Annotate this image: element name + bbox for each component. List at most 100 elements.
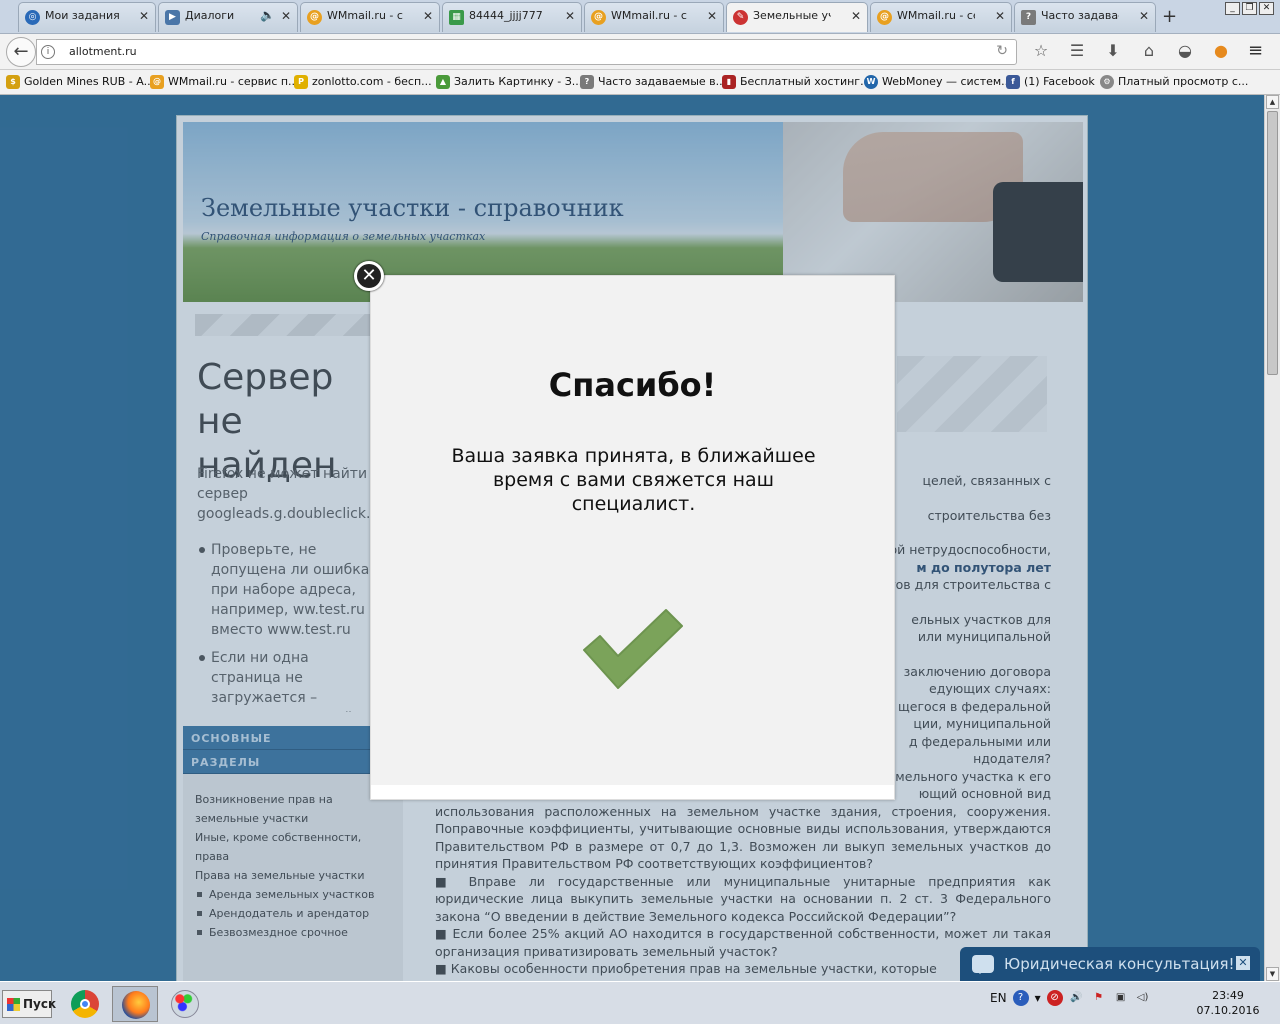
taskbar-chrome[interactable] bbox=[62, 986, 108, 1022]
start-button[interactable]: Пуск bbox=[2, 990, 56, 1018]
close-tab-icon[interactable]: ✕ bbox=[1139, 9, 1149, 23]
bookmark-star-icon[interactable]: ☆ bbox=[1030, 40, 1052, 62]
system-tray: EN ? ▾ ⊘ 🔊 ⚑ ▣ ◁) bbox=[990, 990, 1151, 1006]
tab-8[interactable]: ? Часто задавае... ✕ bbox=[1014, 2, 1156, 32]
network-icon[interactable]: ▣ bbox=[1113, 990, 1129, 1006]
modal-message: Ваша заявка принята, в ближайшее время с… bbox=[451, 445, 816, 515]
legal-consult-chat-widget[interactable]: Юридическая консультация! ✕ bbox=[960, 947, 1260, 981]
minimize-icon[interactable]: _ bbox=[1225, 2, 1240, 15]
bookmark-item[interactable]: Pzonlotto.com - бесп... bbox=[292, 75, 432, 89]
windows-logo-icon bbox=[7, 998, 20, 1011]
tab-7[interactable]: @ WMmail.ru - се... ✕ bbox=[870, 2, 1012, 32]
bookmark-favicon: P bbox=[294, 75, 308, 89]
tab-3[interactable]: @ WMmail.ru - се... ✕ bbox=[300, 2, 440, 32]
tab-1[interactable]: ◎ Мои задания п... ✕ bbox=[18, 2, 156, 32]
tab-label: Мои задания п... bbox=[45, 9, 119, 22]
help-icon[interactable]: ? bbox=[1012, 990, 1029, 1006]
bookmark-item[interactable]: f (1) Facebook bbox=[1004, 75, 1095, 89]
bookmark-favicon: W bbox=[864, 75, 878, 89]
speaker-icon[interactable]: 🔈 bbox=[260, 8, 275, 22]
close-tab-icon[interactable]: ✕ bbox=[565, 9, 575, 23]
address-bar[interactable]: i allotment.ru ↻ bbox=[36, 39, 1017, 65]
tab-favicon: @ bbox=[307, 10, 322, 25]
site-info-icon[interactable]: i bbox=[41, 45, 55, 59]
bookmark-label: Бесплатный хостинг... bbox=[740, 75, 871, 88]
restore-icon[interactable]: ❐ bbox=[1242, 2, 1257, 15]
scroll-down-icon[interactable]: ▼ bbox=[1266, 967, 1279, 981]
bookmark-item[interactable]: ? Часто задаваемые в... bbox=[578, 75, 727, 89]
tab-label: Земельные уч... bbox=[753, 9, 831, 22]
antivirus-icon[interactable]: ⊘ bbox=[1046, 990, 1063, 1006]
close-tab-icon[interactable]: ✕ bbox=[707, 9, 717, 23]
speaker-icon[interactable]: ◁) bbox=[1135, 990, 1151, 1006]
pocket-icon[interactable]: ◒ bbox=[1174, 40, 1196, 62]
chat-close-icon[interactable]: ✕ bbox=[1236, 956, 1250, 970]
scroll-thumb[interactable] bbox=[1267, 111, 1278, 375]
start-label: Пуск bbox=[23, 997, 57, 1011]
chat-label: Юридическая консультация! bbox=[1004, 955, 1235, 973]
scroll-up-icon[interactable]: ▲ bbox=[1266, 95, 1279, 109]
taskbar-firefox[interactable] bbox=[112, 986, 158, 1022]
bookmark-favicon: @ bbox=[150, 75, 164, 89]
url-text: allotment.ru bbox=[69, 45, 137, 58]
tab-favicon: ◎ bbox=[25, 10, 40, 25]
modal-title: Спасибо! bbox=[548, 366, 717, 404]
back-button[interactable]: ← bbox=[6, 37, 36, 67]
system-clock[interactable]: 23:49 07.10.2016 bbox=[1188, 988, 1268, 1018]
bookmark-label: Платный просмотр с... bbox=[1118, 75, 1249, 88]
bookmark-item[interactable]: ▲ Залить Картинку - З... bbox=[434, 75, 582, 89]
checkmark-icon bbox=[583, 609, 683, 689]
tab-2[interactable]: ▶ Диалоги 🔈 ✕ bbox=[158, 2, 298, 32]
bookmark-label: (1) Facebook bbox=[1024, 75, 1095, 88]
tab-5[interactable]: @ WMmail.ru - се... ✕ bbox=[584, 2, 724, 32]
bookmark-favicon: ⚙ bbox=[1100, 75, 1114, 89]
bookmarks-bar: $ Golden Mines RUB - A... @ WMmail.ru - се… bbox=[0, 70, 1280, 95]
close-tab-icon[interactable]: ✕ bbox=[995, 9, 1005, 23]
page-scrollbar[interactable]: ▲ ▼ bbox=[1264, 95, 1280, 981]
tab-favicon: ? bbox=[1021, 10, 1036, 25]
bookmark-label: Golden Mines RUB - A... bbox=[24, 75, 155, 88]
language-indicator[interactable]: EN bbox=[990, 991, 1007, 1005]
tray-expand-icon[interactable]: ▾ bbox=[1035, 991, 1041, 1005]
modal-bottom-strip bbox=[371, 785, 894, 799]
home-icon[interactable]: ⌂ bbox=[1138, 40, 1160, 62]
addon-icon[interactable]: ● bbox=[1210, 40, 1232, 62]
reload-icon[interactable]: ↻ bbox=[996, 43, 1008, 59]
tab-label: Диалоги bbox=[185, 9, 235, 22]
tab-6-active[interactable]: ✎ Земельные уч... ✕ bbox=[726, 2, 868, 32]
close-window-icon[interactable]: ✕ bbox=[1259, 2, 1274, 15]
reading-list-icon[interactable]: ☰ bbox=[1066, 40, 1088, 62]
tab-favicon: ▶ bbox=[165, 10, 180, 25]
paint-palette-icon bbox=[171, 990, 199, 1018]
bookmark-favicon: ▲ bbox=[436, 75, 450, 89]
bookmark-item[interactable]: ▮ Бесплатный хостинг... bbox=[720, 75, 871, 89]
volume-icon[interactable]: 🔊 bbox=[1069, 990, 1085, 1006]
tab-4[interactable]: ▦ 84444_jjjj777 - ... ✕ bbox=[442, 2, 582, 32]
facebook-icon: f bbox=[1006, 75, 1020, 89]
toolbar-icons: ☆ ☰ ⬇ ⌂ ◒ ● bbox=[1030, 40, 1232, 62]
close-tab-icon[interactable]: ✕ bbox=[139, 9, 149, 23]
bookmark-label: Часто задаваемые в... bbox=[598, 75, 727, 88]
bookmark-item[interactable]: W WebMoney — систем... bbox=[862, 75, 1012, 89]
bookmark-item[interactable]: ⚙ Платный просмотр с... bbox=[1098, 75, 1249, 89]
close-tab-icon[interactable]: ✕ bbox=[281, 9, 291, 23]
taskbar: Пуск EN ? ▾ ⊘ 🔊 ⚑ ▣ ◁) 23:49 07.10.2016 bbox=[0, 981, 1280, 1024]
close-tab-icon[interactable]: ✕ bbox=[851, 9, 861, 23]
thank-you-modal: Спасибо! Ваша заявка принята, в ближайше… bbox=[370, 275, 895, 800]
modal-close-button[interactable]: ✕ bbox=[354, 261, 384, 291]
firefox-icon bbox=[122, 991, 150, 1019]
flag-warning-icon[interactable]: ⚑ bbox=[1091, 990, 1107, 1006]
tab-favicon: @ bbox=[877, 10, 892, 25]
new-tab-icon[interactable]: + bbox=[1162, 6, 1177, 27]
close-tab-icon[interactable]: ✕ bbox=[423, 9, 433, 23]
bookmark-item[interactable]: @ WMmail.ru - сервис п... bbox=[148, 75, 299, 89]
taskbar-paint[interactable] bbox=[162, 986, 208, 1022]
bookmark-favicon: $ bbox=[6, 75, 20, 89]
tab-favicon: ✎ bbox=[733, 10, 748, 25]
menu-icon[interactable]: ≡ bbox=[1248, 40, 1263, 61]
bookmark-label: WMmail.ru - сервис п... bbox=[168, 75, 299, 88]
bookmark-label: zonlotto.com - бесп... bbox=[312, 75, 432, 88]
tab-label: WMmail.ru - се... bbox=[327, 9, 403, 22]
bookmark-item[interactable]: $ Golden Mines RUB - A... bbox=[4, 75, 155, 89]
downloads-icon[interactable]: ⬇ bbox=[1102, 40, 1124, 62]
